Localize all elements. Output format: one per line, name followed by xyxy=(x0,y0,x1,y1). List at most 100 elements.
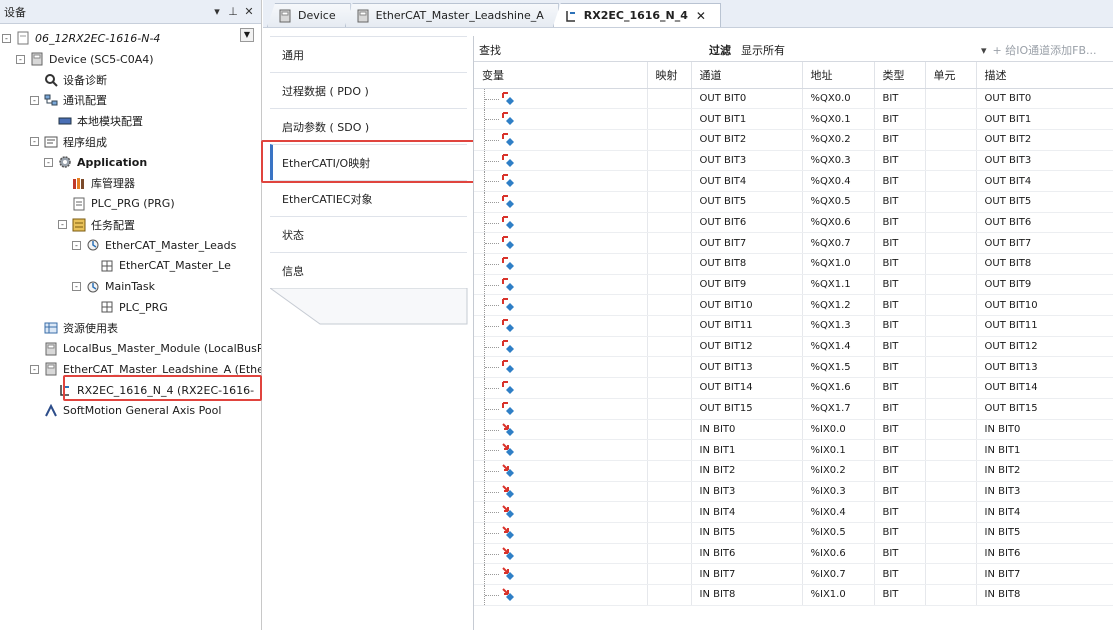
tree-node[interactable]: PLC_PRG xyxy=(0,297,261,318)
category-tab[interactable]: EtherCATI/O映射 xyxy=(270,144,467,180)
variable-cell[interactable] xyxy=(474,377,648,399)
table-row[interactable]: OUT BIT10 %QX1.2 BIT OUT BIT10 xyxy=(474,294,1113,317)
tree-node[interactable]: - Device (SC5-C0A4) xyxy=(0,49,261,70)
variable-cell[interactable] xyxy=(474,501,648,523)
column-header[interactable]: 单元 xyxy=(925,62,977,89)
variable-cell[interactable] xyxy=(474,481,648,503)
table-row[interactable]: IN BIT5 %IX0.5 BIT IN BIT5 xyxy=(474,522,1113,544)
column-header[interactable]: 通道 xyxy=(691,62,803,89)
tree-node[interactable]: - EtherCAT_Master_Leads xyxy=(0,235,261,256)
column-header[interactable]: 描述 xyxy=(976,62,1113,89)
table-row[interactable]: OUT BIT2 %QX0.2 BIT OUT BIT2 xyxy=(474,129,1113,151)
table-row[interactable]: IN BIT7 %IX0.7 BIT IN BIT7 xyxy=(474,563,1113,585)
tree-node[interactable]: LocalBus_Master_Module (LocalBusR: xyxy=(0,338,261,359)
table-row[interactable]: IN BIT1 %IX0.1 BIT IN BIT1 xyxy=(474,439,1113,461)
variable-cell[interactable] xyxy=(474,294,648,317)
table-row[interactable]: OUT BIT9 %QX1.1 BIT OUT BIT9 xyxy=(474,274,1113,296)
expand-toggle[interactable]: - xyxy=(72,240,81,250)
table-row[interactable]: OUT BIT5 %QX0.5 BIT OUT BIT5 xyxy=(474,191,1113,213)
variable-cell[interactable] xyxy=(474,232,648,254)
variable-cell[interactable] xyxy=(474,315,648,337)
category-tab[interactable]: 过程数据 ( PDO ) xyxy=(270,72,467,108)
column-header[interactable]: 地址 xyxy=(802,62,875,89)
tree-node[interactable]: 设备诊断 xyxy=(0,69,261,90)
category-tab[interactable]: EtherCATIEC对象 xyxy=(270,180,467,216)
tree-node[interactable]: 资源使用表 xyxy=(0,318,261,339)
category-tab[interactable]: 通用 xyxy=(270,36,467,72)
table-row[interactable]: OUT BIT4 %QX0.4 BIT OUT BIT4 xyxy=(474,170,1113,192)
category-tab[interactable]: 信息 xyxy=(270,252,467,288)
tree-node[interactable]: - 06_12RX2EC-1616-N-4 xyxy=(0,28,261,49)
expand-toggle[interactable]: - xyxy=(2,33,11,43)
table-row[interactable]: OUT BIT8 %QX1.0 BIT OUT BIT8 xyxy=(474,253,1113,275)
variable-cell[interactable] xyxy=(474,88,648,110)
tree-node[interactable]: PLC_PRG (PRG) xyxy=(0,194,261,215)
pin-button[interactable]: ⊥ xyxy=(225,5,241,18)
variable-cell[interactable] xyxy=(474,563,648,585)
table-row[interactable]: OUT BIT6 %QX0.6 BIT OUT BIT6 xyxy=(474,212,1113,234)
table-row[interactable]: OUT BIT12 %QX1.4 BIT OUT BIT12 xyxy=(474,336,1113,358)
find-label[interactable]: 查找 xyxy=(479,42,501,58)
expand-toggle[interactable]: - xyxy=(58,220,67,230)
panel-dropdown-button[interactable]: ▾ xyxy=(209,5,225,18)
table-row[interactable]: OUT BIT0 %QX0.0 BIT OUT BIT0 xyxy=(474,88,1113,110)
variable-cell[interactable] xyxy=(474,129,648,151)
tree-node[interactable]: - 程序组成 xyxy=(0,131,261,152)
variable-cell[interactable] xyxy=(474,150,648,172)
variable-cell[interactable] xyxy=(474,212,648,234)
table-row[interactable]: OUT BIT7 %QX0.7 BIT OUT BIT7 xyxy=(474,232,1113,254)
column-header[interactable]: 类型 xyxy=(874,62,926,89)
column-header[interactable]: 变量 xyxy=(474,62,648,89)
close-panel-button[interactable]: ✕ xyxy=(241,5,257,18)
column-header[interactable]: 映射 xyxy=(647,62,692,89)
variable-cell[interactable] xyxy=(474,419,648,441)
category-tab[interactable]: 状态 xyxy=(270,216,467,252)
tree-node[interactable]: 库管理器 xyxy=(0,173,261,194)
table-row[interactable]: OUT BIT15 %QX1.7 BIT OUT BIT15 xyxy=(474,398,1113,420)
close-icon[interactable]: ✕ xyxy=(696,9,706,23)
expand-toggle[interactable]: - xyxy=(72,282,81,292)
table-row[interactable]: IN BIT8 %IX1.0 BIT IN BIT8 xyxy=(474,584,1113,606)
chevron-down-icon[interactable]: ▾ xyxy=(981,44,987,57)
variable-cell[interactable] xyxy=(474,108,648,130)
tree-node[interactable]: - 通讯配置 xyxy=(0,90,261,111)
variable-cell[interactable] xyxy=(474,274,648,296)
tree-node[interactable]: EtherCAT_Master_Le xyxy=(0,256,261,277)
expand-toggle[interactable]: - xyxy=(44,157,53,167)
table-row[interactable]: IN BIT3 %IX0.3 BIT IN BIT3 xyxy=(474,481,1113,503)
tree-node[interactable]: SoftMotion General Axis Pool xyxy=(0,400,261,421)
variable-cell[interactable] xyxy=(474,336,648,358)
table-row[interactable]: IN BIT0 %IX0.0 BIT IN BIT0 xyxy=(474,419,1113,441)
table-row[interactable]: OUT BIT11 %QX1.3 BIT OUT BIT11 xyxy=(474,315,1113,337)
variable-cell[interactable] xyxy=(474,170,648,192)
tree-node[interactable]: - MainTask xyxy=(0,276,261,297)
table-row[interactable]: IN BIT4 %IX0.4 BIT IN BIT4 xyxy=(474,501,1113,523)
variable-cell[interactable] xyxy=(474,439,648,461)
variable-cell[interactable] xyxy=(474,253,648,275)
category-tab[interactable]: 启动参数 ( SDO ) xyxy=(270,108,467,144)
table-row[interactable]: OUT BIT1 %QX0.1 BIT OUT BIT1 xyxy=(474,108,1113,130)
variable-cell[interactable] xyxy=(474,398,648,420)
tree-node[interactable]: RX2EC_1616_N_4 (RX2EC-1616- xyxy=(0,380,261,401)
expand-toggle[interactable]: - xyxy=(30,364,39,374)
expand-toggle[interactable]: - xyxy=(16,54,25,64)
table-row[interactable]: OUT BIT14 %QX1.6 BIT OUT BIT14 xyxy=(474,377,1113,399)
add-fb-button[interactable]: ▾ + 给IO通道添加FB... xyxy=(981,42,1097,58)
table-row[interactable]: OUT BIT13 %QX1.5 BIT OUT BIT13 xyxy=(474,356,1113,379)
variable-cell[interactable] xyxy=(474,356,648,379)
table-row[interactable]: OUT BIT3 %QX0.3 BIT OUT BIT3 xyxy=(474,150,1113,172)
tree-node[interactable]: 本地模块配置 xyxy=(0,111,261,132)
variable-cell[interactable] xyxy=(474,460,648,482)
variable-cell[interactable] xyxy=(474,543,648,565)
table-row[interactable]: IN BIT2 %IX0.2 BIT IN BIT2 xyxy=(474,460,1113,482)
filter-select[interactable]: 显示所有 xyxy=(741,42,785,58)
tree-node[interactable]: - 任务配置 xyxy=(0,214,261,235)
variable-cell[interactable] xyxy=(474,584,648,606)
tree-node[interactable]: - EtherCAT_Master_Leadshine_A (Ethe xyxy=(0,359,261,380)
tab-rx2ec-1616-n-4[interactable]: RX2EC_1616_N_4 ✕ xyxy=(552,3,721,27)
tab-device[interactable]: Device xyxy=(267,3,351,27)
variable-cell[interactable] xyxy=(474,522,648,544)
tree-dropdown-button[interactable]: ▼ xyxy=(240,28,254,42)
tab-ethercat-master-leadshine-a[interactable]: EtherCAT_Master_Leadshine_A xyxy=(344,3,559,27)
expand-toggle[interactable]: - xyxy=(30,95,39,105)
